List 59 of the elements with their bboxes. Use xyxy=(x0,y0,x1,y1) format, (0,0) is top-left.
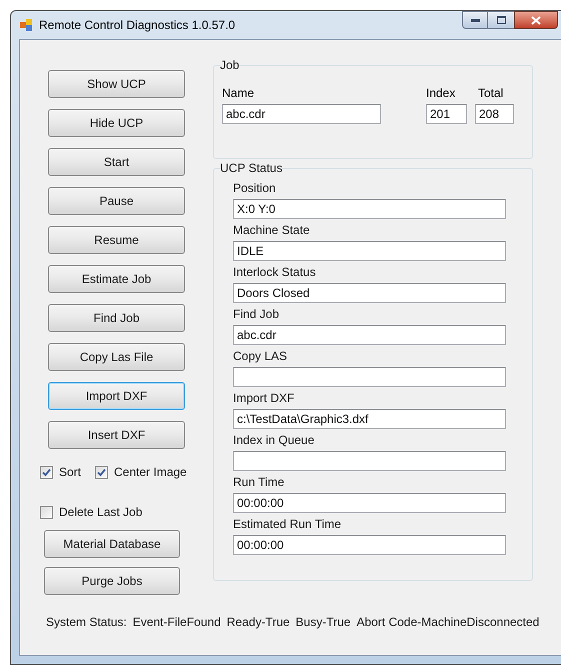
text-field[interactable]: Doors Closed xyxy=(233,283,506,303)
field-label: Interlock Status xyxy=(233,264,317,280)
text-field[interactable]: c:\TestData\Graphic3.dxf xyxy=(233,409,506,429)
text-field[interactable] xyxy=(233,451,506,471)
close-button[interactable] xyxy=(514,11,558,29)
action-button[interactable]: Start xyxy=(48,148,185,176)
text-field[interactable]: IDLE xyxy=(233,241,506,261)
status-item: Busy-True xyxy=(296,614,351,631)
action-button[interactable]: Find Job xyxy=(48,304,185,332)
text-field[interactable]: X:0 Y:0 xyxy=(233,199,506,219)
field-label: Find Job xyxy=(233,306,280,322)
text-field[interactable]: 00:00:00 xyxy=(233,535,506,555)
status-item: Event-FileFound xyxy=(132,614,221,631)
check-icon xyxy=(42,468,51,476)
action-button[interactable]: Purge Jobs xyxy=(44,567,180,595)
text-field[interactable]: 208 xyxy=(475,104,514,124)
action-button[interactable]: Material Database xyxy=(44,530,180,558)
action-button[interactable]: Pause xyxy=(48,187,185,215)
field-label: Copy LAS xyxy=(233,348,288,364)
close-icon xyxy=(531,16,541,24)
checkbox[interactable] xyxy=(40,506,53,518)
field-label: Index in Queue xyxy=(233,432,316,448)
app-icon xyxy=(19,18,33,32)
action-button[interactable]: Resume xyxy=(48,226,185,254)
text-field[interactable]: 00:00:00 xyxy=(233,493,506,513)
maximize-button[interactable] xyxy=(488,11,514,29)
text-field[interactable]: abc.cdr xyxy=(233,325,506,345)
field-label: Run Time xyxy=(233,474,286,490)
field-label: Position xyxy=(233,180,277,196)
group-title: UCP Status xyxy=(220,160,282,177)
action-button[interactable]: Estimate Job xyxy=(48,265,185,293)
maximize-icon xyxy=(496,16,506,24)
field-label: Machine State xyxy=(233,222,311,238)
checkbox[interactable] xyxy=(40,466,53,478)
checkbox-label: Delete Last Job xyxy=(59,504,142,521)
text-field[interactable] xyxy=(233,367,506,387)
field-label: Import DXF xyxy=(233,390,296,406)
status-label: System Status: xyxy=(46,614,127,631)
action-button[interactable]: Copy Las File xyxy=(48,343,185,371)
action-button[interactable]: Show UCP xyxy=(48,70,185,98)
window-title: Remote Control Diagnostics 1.0.57.0 xyxy=(39,17,236,34)
field-label: Index xyxy=(426,85,456,102)
checkbox-label: Center Image xyxy=(114,464,187,481)
action-button[interactable]: Hide UCP xyxy=(48,109,185,137)
minimize-icon xyxy=(470,18,480,22)
status-item: Ready-True xyxy=(226,614,290,631)
check-icon xyxy=(97,468,106,476)
checkbox-label: Sort xyxy=(59,464,82,481)
action-button[interactable]: Import DXF xyxy=(48,382,185,410)
action-button[interactable]: Insert DXF xyxy=(48,421,185,449)
status-item: Abort Code-MachineDisconnected xyxy=(356,614,540,631)
minimize-button[interactable] xyxy=(462,11,488,29)
checkbox[interactable] xyxy=(95,466,108,478)
text-field[interactable]: abc.cdr xyxy=(222,104,381,124)
field-label: Name xyxy=(222,85,256,102)
field-label: Estimated Run Time xyxy=(233,516,342,532)
group-title: Job xyxy=(220,57,240,74)
field-label: Total xyxy=(478,85,504,102)
text-field[interactable]: 201 xyxy=(426,104,467,124)
